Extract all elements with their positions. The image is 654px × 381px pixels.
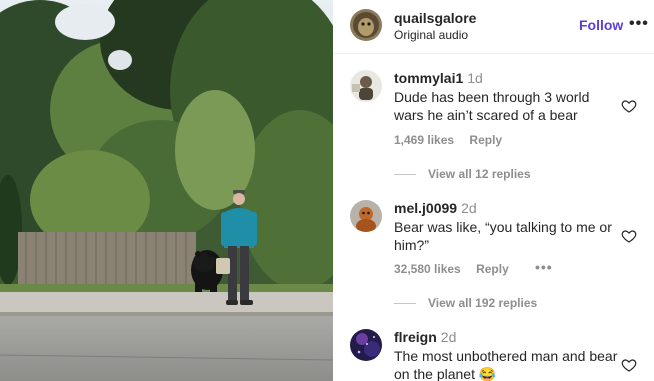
comment-likes[interactable]: 1,469 likes [394, 133, 454, 147]
author-username[interactable]: quailsgalore [394, 10, 476, 26]
view-replies-button[interactable]: View all 12 replies [394, 167, 531, 181]
reply-button[interactable]: Reply [476, 262, 509, 276]
view-replies-label: View all 192 replies [428, 296, 538, 310]
comment-meta: 32,580 likes Reply [394, 262, 521, 276]
comment-text: Bear was like, “you talking to me or him… [394, 219, 612, 253]
more-options-icon[interactable]: ••• [629, 15, 649, 33]
comment-more-icon[interactable]: ••• [535, 259, 553, 275]
author-avatar[interactable] [350, 9, 382, 41]
like-heart-icon[interactable] [621, 228, 637, 244]
view-replies-button[interactable]: View all 192 replies [394, 296, 537, 310]
view-replies-label: View all 12 replies [428, 167, 531, 181]
video-frame [0, 0, 333, 381]
commenter-avatar[interactable] [350, 70, 382, 102]
comment-meta: 1,469 likes Reply [394, 133, 514, 147]
comment-age: 1d [467, 70, 483, 86]
follow-button[interactable]: Follow [579, 17, 623, 33]
replies-divider [394, 303, 416, 305]
replies-divider [394, 174, 416, 176]
post-header: quailsgalore Original audio Follow ••• [333, 0, 654, 54]
like-heart-icon[interactable] [621, 357, 637, 373]
laughing-emoji: 😂 [478, 366, 497, 381]
comment-likes[interactable]: 32,580 likes [394, 262, 461, 276]
comment-username[interactable]: mel.j0099 2d [394, 200, 477, 216]
post-video[interactable] [0, 0, 333, 381]
reply-button[interactable]: Reply [469, 133, 502, 147]
like-heart-icon[interactable] [621, 98, 637, 114]
comment-age: 2d [440, 329, 457, 345]
comment-text: The most unbothered man and bear on the … [394, 348, 618, 381]
commenter-avatar[interactable] [350, 329, 382, 361]
comment-text: Dude has been through 3 world wars he ai… [394, 89, 590, 123]
audio-label[interactable]: Original audio [394, 28, 468, 42]
comment-username[interactable]: flreign 2d [394, 329, 456, 345]
comment-age: 2d [461, 200, 477, 216]
comment-username[interactable]: tommylai1 1d [394, 70, 483, 86]
comments-panel: quailsgalore Original audio Follow ••• t… [333, 0, 654, 381]
commenter-avatar[interactable] [350, 200, 382, 232]
